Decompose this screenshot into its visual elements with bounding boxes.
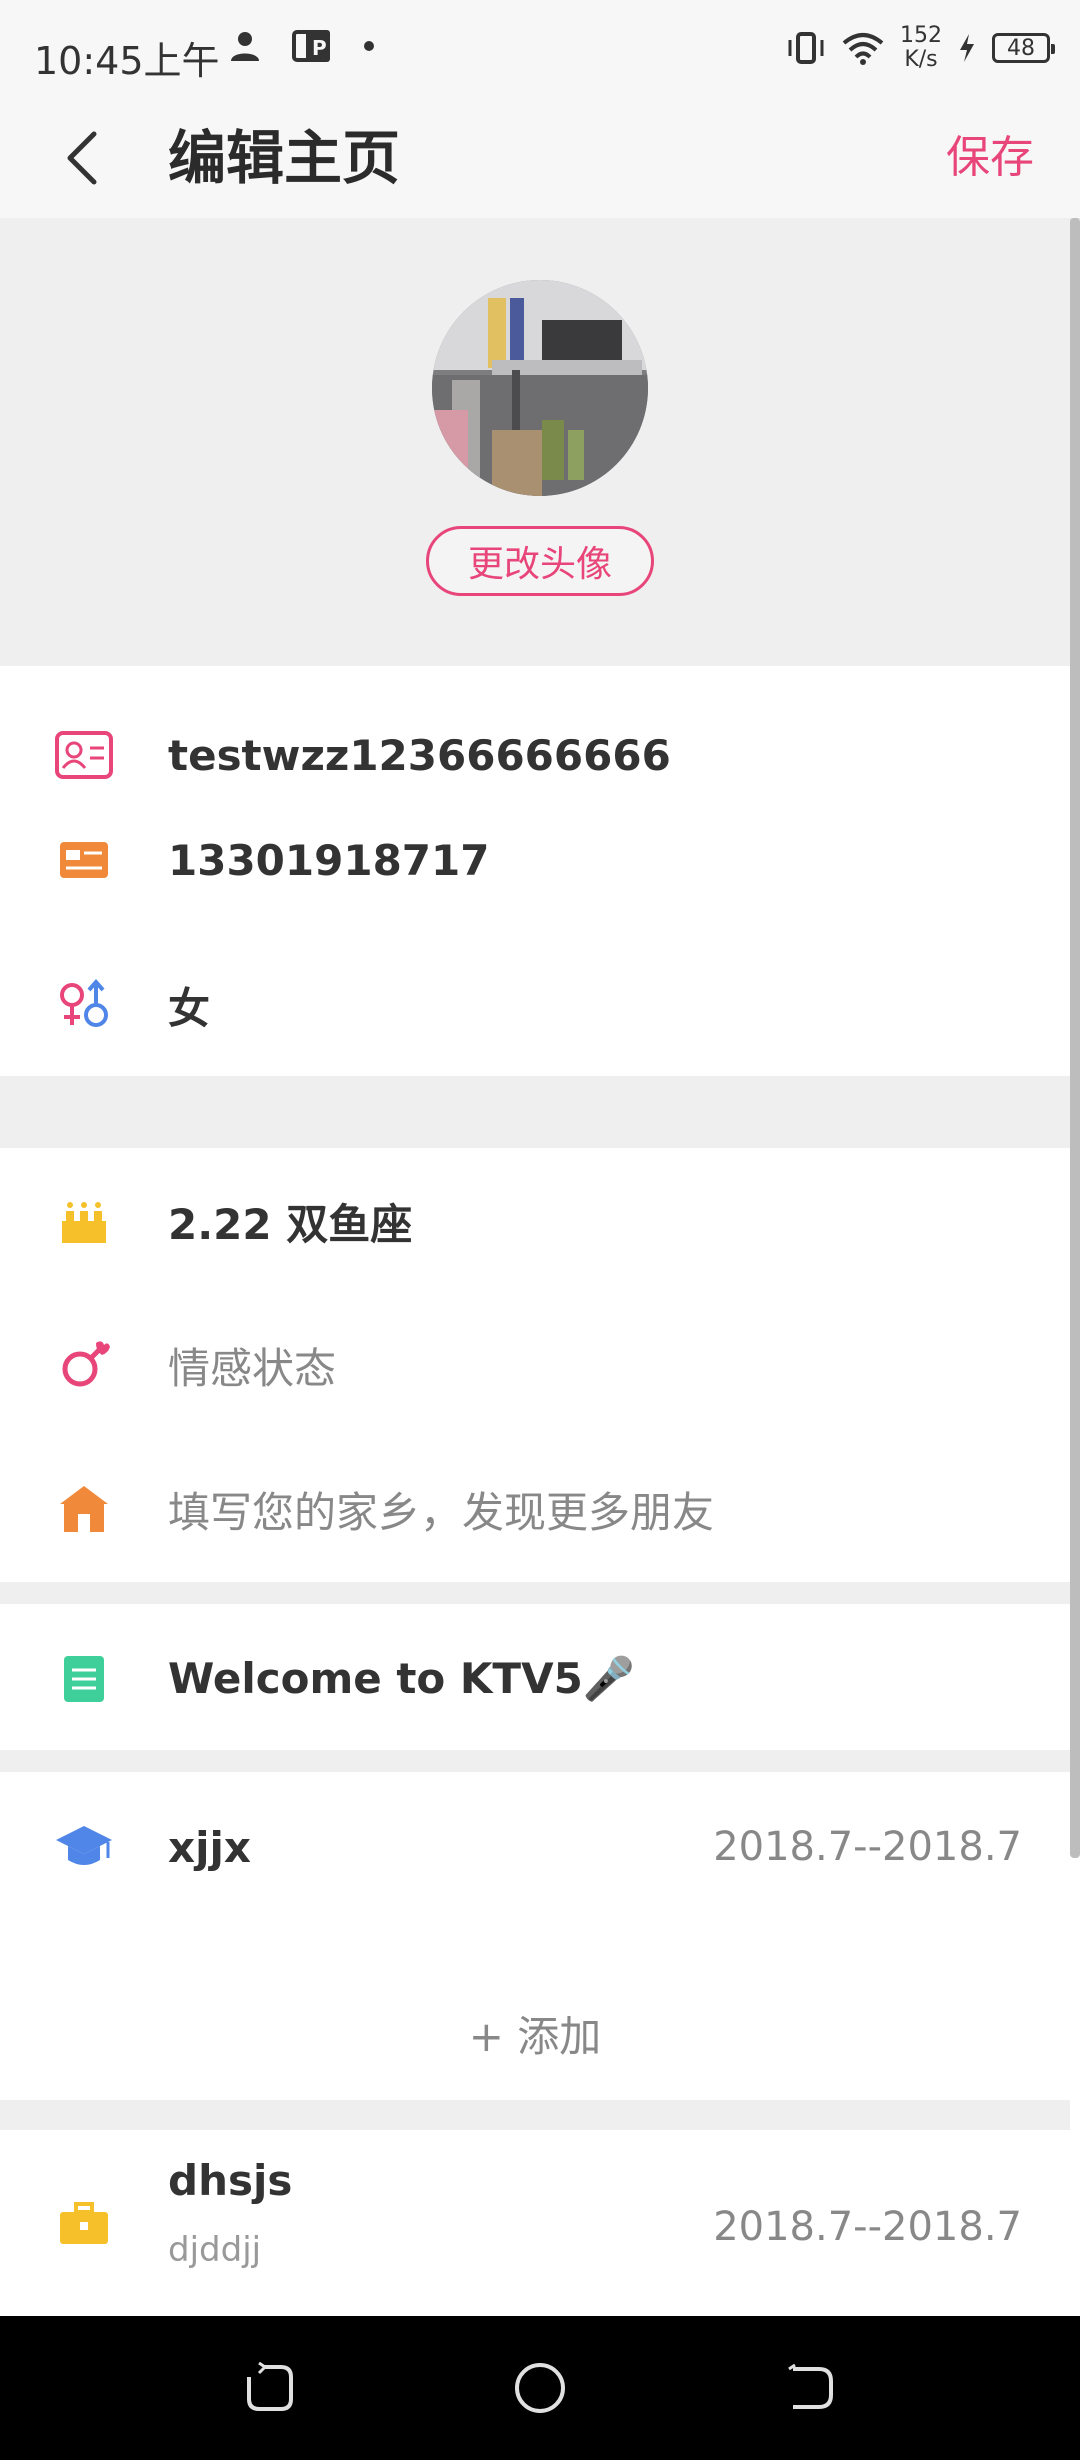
- education-dates: 2018.7--2018.7: [713, 1824, 1022, 1870]
- hometown-row[interactable]: 填写您的家乡，发现更多朋友: [0, 1454, 1070, 1564]
- home-circle-icon: [515, 2363, 565, 2413]
- back-arrow-icon: [67, 131, 97, 185]
- app-notification-icon: P: [292, 30, 330, 62]
- work-row[interactable]: dhsjs djddjj 2018.7--2018.7: [0, 2148, 1070, 2316]
- charging-icon: [960, 34, 974, 62]
- gender-row[interactable]: 女: [0, 950, 1070, 1060]
- relationship-row[interactable]: 情感状态: [0, 1310, 1070, 1420]
- gender-value: 女: [168, 983, 211, 1033]
- status-left-icons: P: [228, 28, 376, 64]
- hometown-placeholder: 填写您的家乡，发现更多朋友: [168, 1487, 715, 1537]
- graduation-cap-icon: [54, 1817, 114, 1877]
- section-divider: [0, 2100, 1070, 2130]
- phone-row[interactable]: 13301918717: [0, 810, 1070, 910]
- recent-apps-button[interactable]: [238, 2356, 302, 2420]
- back-nav-button[interactable]: [778, 2356, 842, 2420]
- wifi-icon: [842, 33, 884, 65]
- status-time: 10:45上午: [34, 39, 220, 83]
- section-divider: [0, 1076, 1070, 1148]
- birthday-row[interactable]: 2.22 双鱼座: [0, 1166, 1070, 1276]
- work-position: djddjj: [168, 2230, 262, 2270]
- avatar-section: 更改头像: [0, 218, 1070, 666]
- recent-apps-icon: [247, 2361, 293, 2411]
- section-divider: [0, 1750, 1070, 1772]
- relationship-icon: [54, 1335, 114, 1395]
- gender-icon: [54, 975, 114, 1035]
- system-nav-bar: [0, 2316, 1080, 2460]
- dot-icon: [364, 41, 374, 51]
- app-header: 编辑主页 保存: [0, 100, 1080, 220]
- education-row[interactable]: xjjx 2018.7--2018.7: [0, 1792, 1070, 1902]
- cake-icon: [54, 1191, 114, 1251]
- avatar[interactable]: [432, 280, 648, 496]
- net-speed-unit: K/s: [904, 47, 938, 72]
- save-button[interactable]: 保存: [946, 122, 1034, 194]
- relationship-placeholder: 情感状态: [168, 1343, 337, 1393]
- briefcase-icon: [54, 2194, 114, 2254]
- id-card-icon: [54, 725, 114, 785]
- net-speed: 152 K/s: [900, 24, 942, 72]
- section-divider: [0, 1582, 1070, 1604]
- home-button[interactable]: [508, 2356, 572, 2420]
- back-nav-icon: [788, 2363, 833, 2409]
- signature-row[interactable]: Welcome to KTV5🎤: [0, 1624, 1070, 1734]
- note-icon: [54, 1649, 114, 1709]
- page-title: 编辑主页: [168, 124, 401, 192]
- house-icon: [54, 1479, 114, 1539]
- status-right: 152 K/s 48: [786, 24, 1055, 72]
- card-icon: [54, 830, 114, 890]
- add-education-row[interactable]: + 添加: [0, 1978, 1070, 2088]
- status-bar: 10:45上午 P 152 K/s 48: [0, 0, 1080, 100]
- scrollbar[interactable]: [1070, 218, 1080, 1858]
- vibrate-icon: [788, 32, 824, 64]
- birthday-value: 2.22 双鱼座: [168, 1199, 413, 1249]
- avatar-photo: [432, 280, 648, 496]
- battery-indicator: 48: [992, 33, 1055, 63]
- work-company: dhsjs: [168, 2156, 293, 2205]
- signature-value: Welcome to KTV5🎤: [168, 1654, 636, 1703]
- username-value: testwzz12366666666: [168, 730, 671, 780]
- svg-text:P: P: [312, 36, 327, 60]
- net-speed-value: 152: [900, 23, 942, 48]
- change-avatar-button[interactable]: 更改头像: [426, 526, 654, 596]
- education-school: xjjx: [168, 1822, 251, 1872]
- back-button[interactable]: [52, 118, 112, 198]
- phone-value: 13301918717: [168, 835, 490, 885]
- person-icon: [231, 32, 259, 61]
- work-dates: 2018.7--2018.7: [713, 2204, 1022, 2250]
- username-row[interactable]: testwzz12366666666: [0, 700, 1070, 810]
- add-education-button[interactable]: + 添加: [469, 2003, 602, 2064]
